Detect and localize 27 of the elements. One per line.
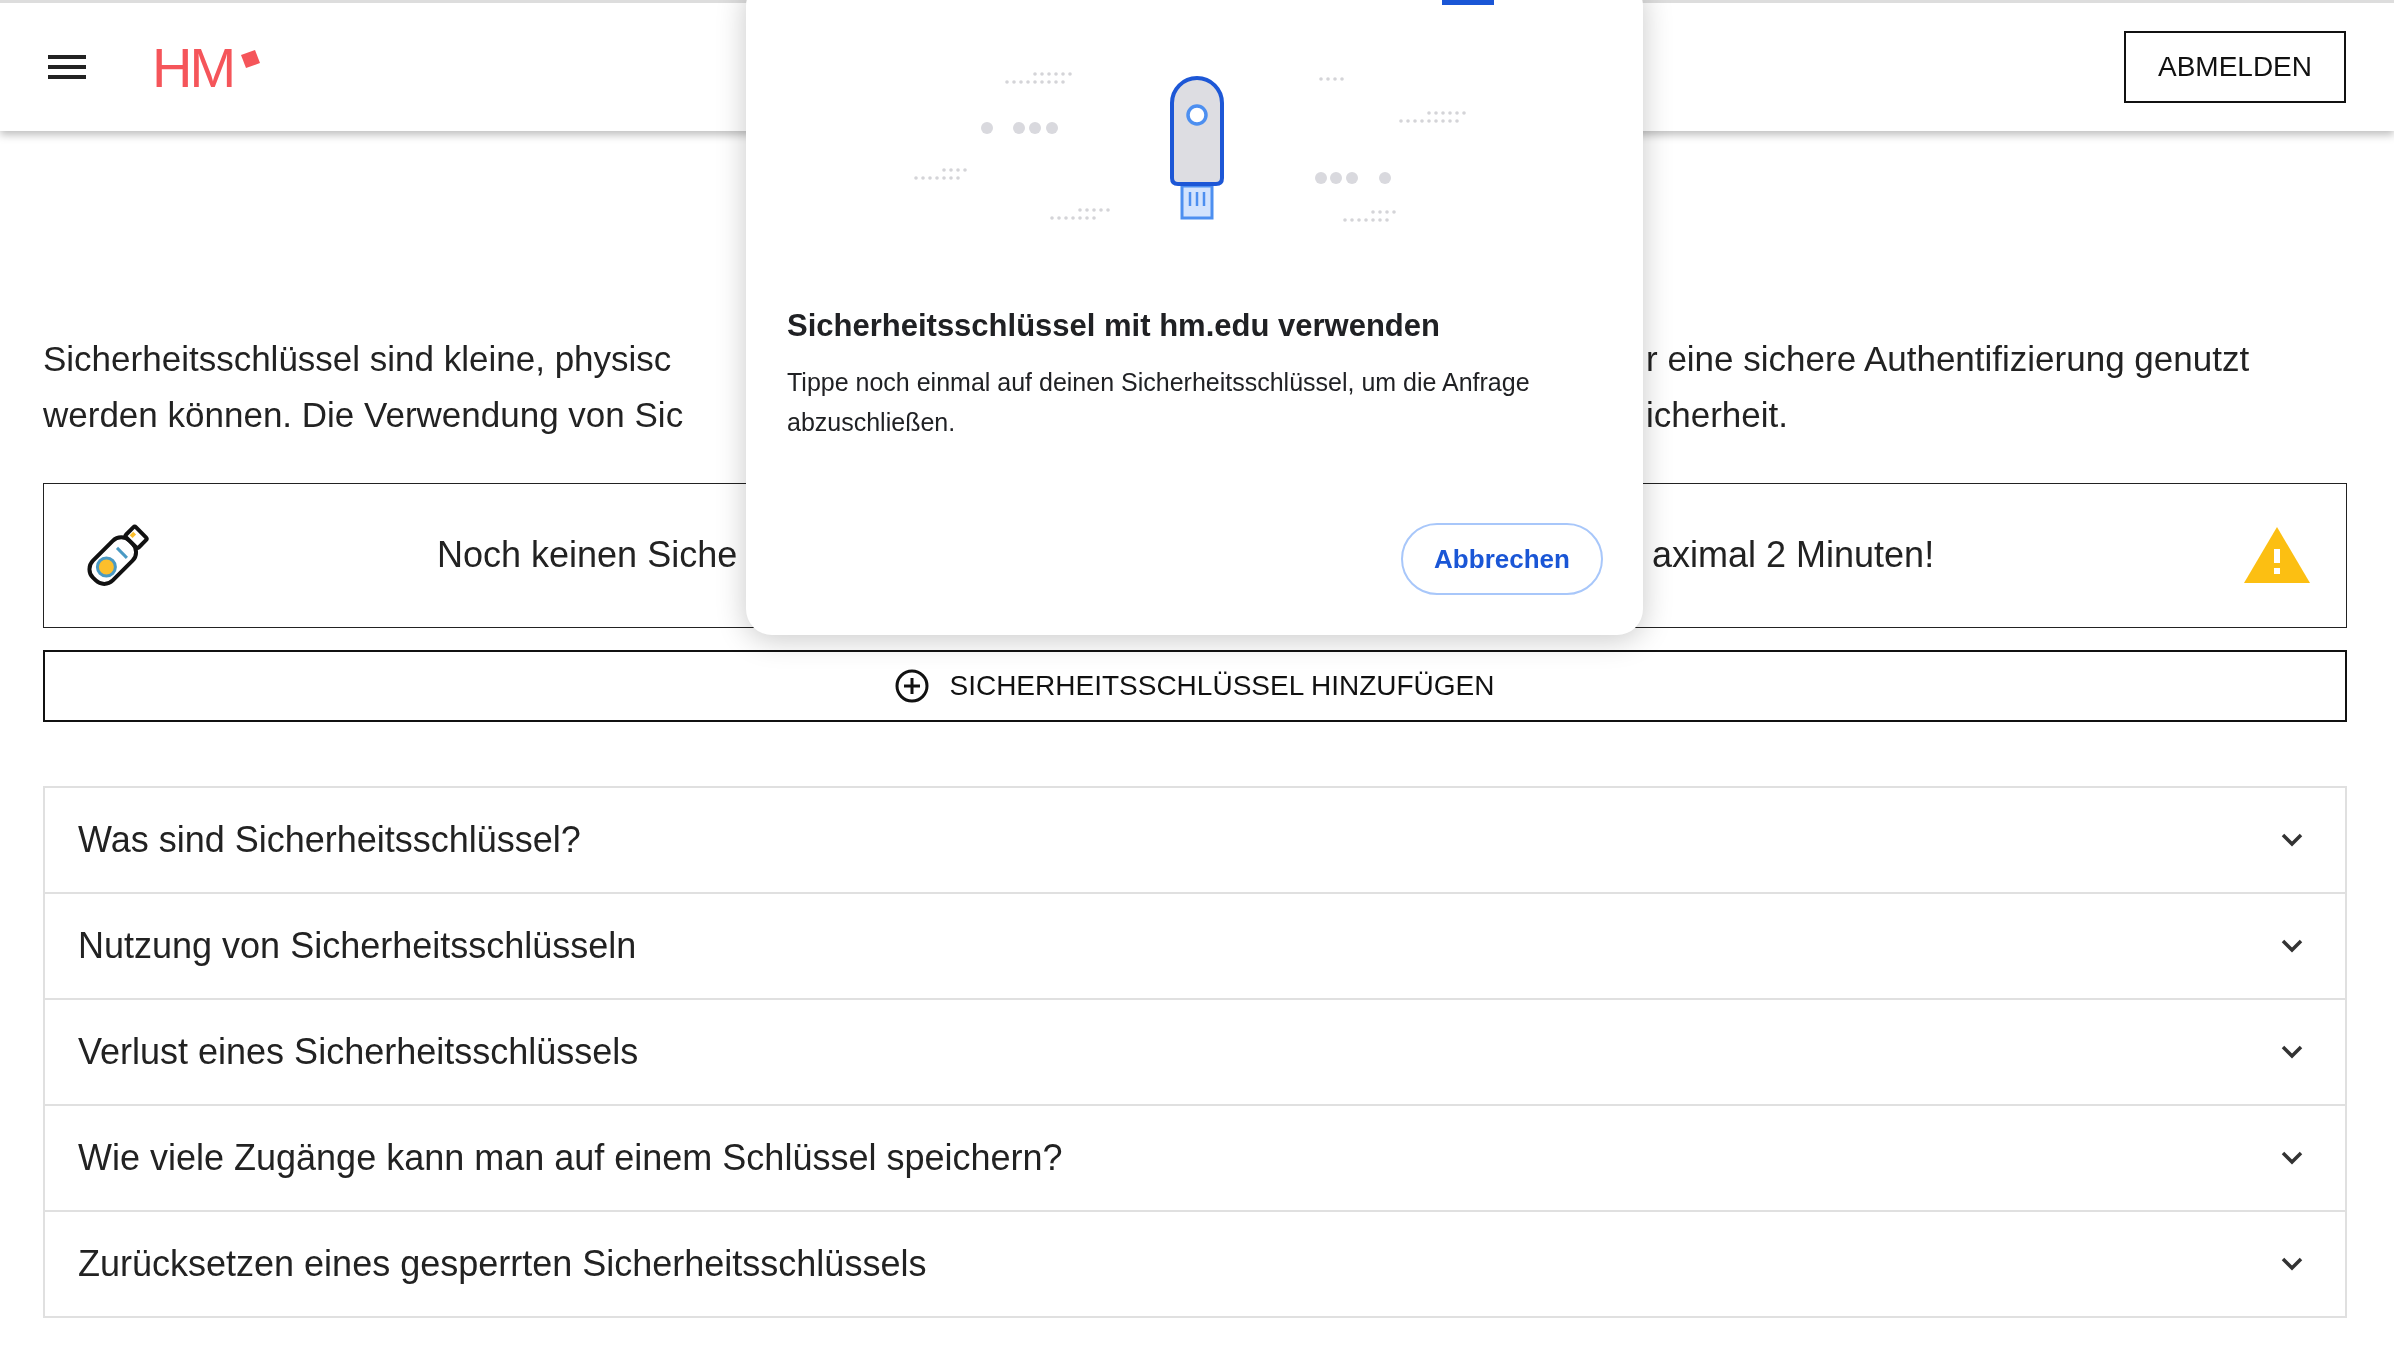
add-circle-icon (895, 669, 930, 703)
faq-item[interactable]: Was sind Sicherheitsschlüssel? (43, 788, 2347, 894)
notice-text: aximal 2 Minuten! (1652, 533, 1935, 577)
intro-text: r eine sichere Authentifizierung genutzt (1646, 338, 2250, 380)
notice-text: Noch keinen Siche (437, 533, 738, 577)
dialog-title: Sicherheitsschlüssel mit hm.edu verwenden (787, 308, 1441, 344)
faq-item[interactable]: Wie viele Zugänge kann man auf einem Schlüssel speichern? (43, 1106, 2347, 1212)
cancel-button[interactable]: Abbrechen (1401, 523, 1603, 595)
faq-question: Was sind Sicherheitsschlüssel? (78, 819, 581, 861)
intro-text: werden können. Die Verwendung von Sic (43, 394, 684, 436)
intro-text: icherheit. (1646, 394, 1789, 436)
faq-item[interactable]: Nutzung von Sicherheitsschlüsseln (43, 894, 2347, 1000)
warning-icon (2244, 527, 2310, 583)
add-security-key-button[interactable]: SICHERHEITSSCHLÜSSEL HINZUFÜGEN (43, 650, 2347, 722)
dialog-message: Tippe noch einmal auf deinen Sicherheitsschlüssel, um die Anfrage abzuschließen. (787, 367, 1531, 438)
faq-question: Zurücksetzen eines gesperrten Sicherheitsschlüssels (78, 1243, 927, 1285)
add-button-label: SICHERHEITSSCHLÜSSEL HINZUFÜGEN (949, 670, 1495, 702)
logout-button[interactable]: ABMELDEN (2124, 31, 2346, 103)
menu-icon[interactable] (48, 55, 86, 79)
faq-item[interactable]: Verlust eines Sicherheitsschlüssels (43, 1000, 2347, 1106)
logo-mark-icon (239, 49, 262, 71)
faq-question: Nutzung von Sicherheitsschlüsseln (78, 925, 637, 967)
faq-question: Wie viele Zugänge kann man auf einem Schlüssel speichern? (78, 1137, 1063, 1179)
intro-text: Sicherheitsschlüssel sind kleine, physisc (43, 338, 672, 380)
activity-bar (1442, 0, 1494, 5)
faq-question: Verlust eines Sicherheitsschlüssels (78, 1031, 639, 1073)
faq-item[interactable]: Zurücksetzen eines gesperrten Sicherheitsschlüssels (43, 1212, 2347, 1318)
